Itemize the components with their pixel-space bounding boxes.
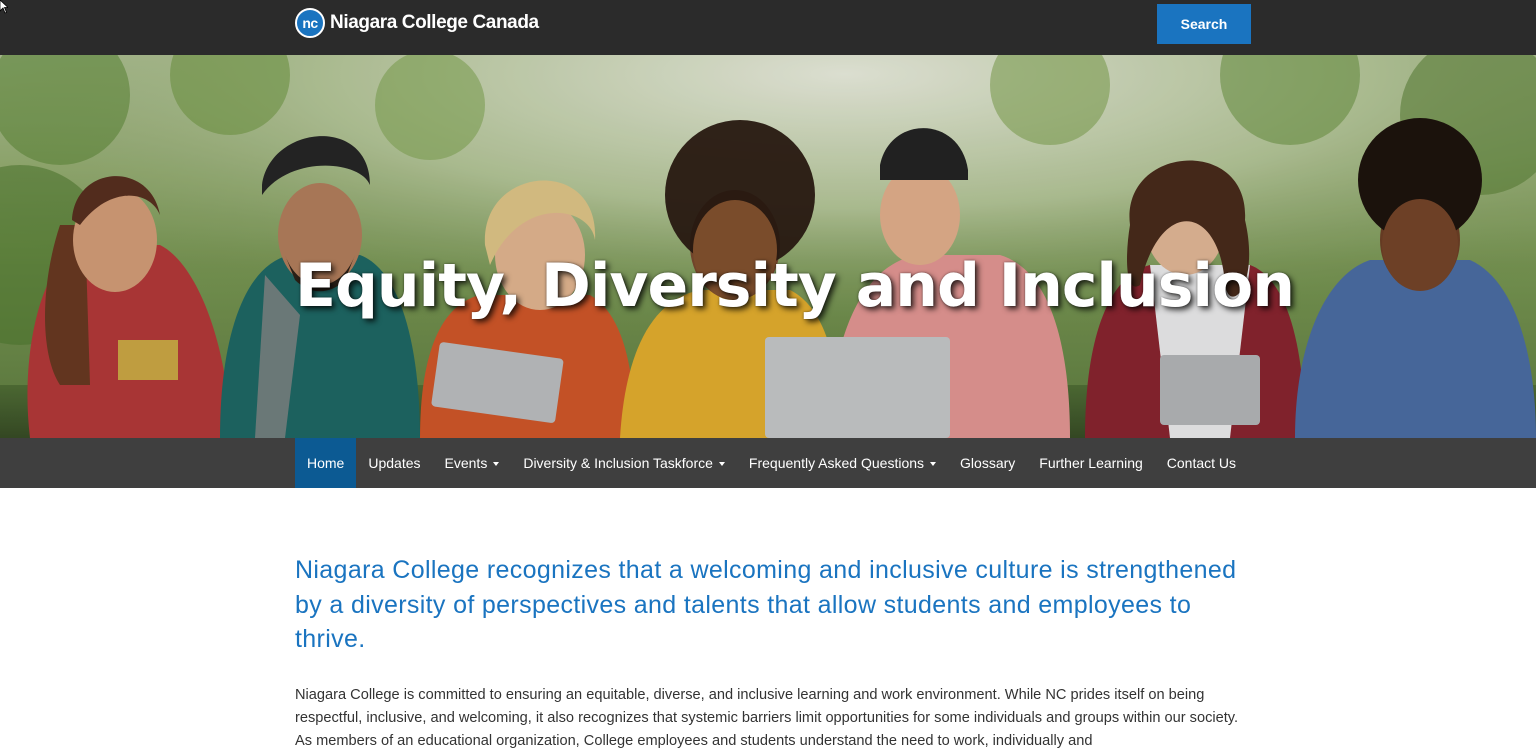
body-paragraph: Niagara College is committed to ensuring… [295,686,1239,749]
nav-item-label: Frequently Asked Questions [748,455,925,471]
nav-item-diversity-and-inclusion-taskforce[interactable]: Diversity & Inclusion Taskforce [511,438,737,488]
nav-item-label: Home [307,455,345,471]
nav-item-label: Contact Us [1166,455,1237,471]
caret-down-icon [493,462,500,466]
site-header: nc Niagara College Canada Search [0,0,1536,55]
mouse-pointer-icon [0,0,8,14]
nav-item-label: Events [444,455,488,471]
nav-item-label: Glossary [960,455,1016,471]
nav-item-home[interactable]: Home [295,438,357,488]
page-title: Equity, Diversity and Inclusion [295,251,1295,321]
nav-item-updates[interactable]: Updates [356,438,432,488]
main-navigation: Home Updates Events Diversity & Inclusion T… [0,438,1536,488]
nav-item-events[interactable]: Events [433,438,512,488]
nc-logo-badge: nc [295,8,325,38]
nav-item-further-learning[interactable]: Further Learning [1027,438,1155,488]
main-content: Niagara College recognizes that a welcom… [295,553,1255,753]
nav-item-glossary[interactable]: Glossary [948,438,1027,488]
search-button[interactable]: Search [1157,4,1251,44]
nav-item-label: Further Learning [1039,455,1143,471]
nav-item-contact-us[interactable]: Contact Us [1155,438,1248,488]
nav-item-label: Diversity & Inclusion Taskforce [523,455,713,471]
hero-banner: Equity, Diversity and Inclusion [0,55,1536,438]
caret-down-icon [930,462,937,466]
site-logo-link[interactable]: nc Niagara College Canada [295,8,539,38]
lead-statement: Niagara College recognizes that a welcom… [295,556,1237,653]
logo-text: Niagara College Canada [330,12,539,33]
hero-photo [0,55,1536,438]
caret-down-icon [718,462,725,466]
nav-list: Home Updates Events Diversity & Inclusion T… [295,438,1248,488]
nav-item-frequently-asked-questions[interactable]: Frequently Asked Questions [737,438,948,488]
nav-item-label: Updates [368,455,421,471]
